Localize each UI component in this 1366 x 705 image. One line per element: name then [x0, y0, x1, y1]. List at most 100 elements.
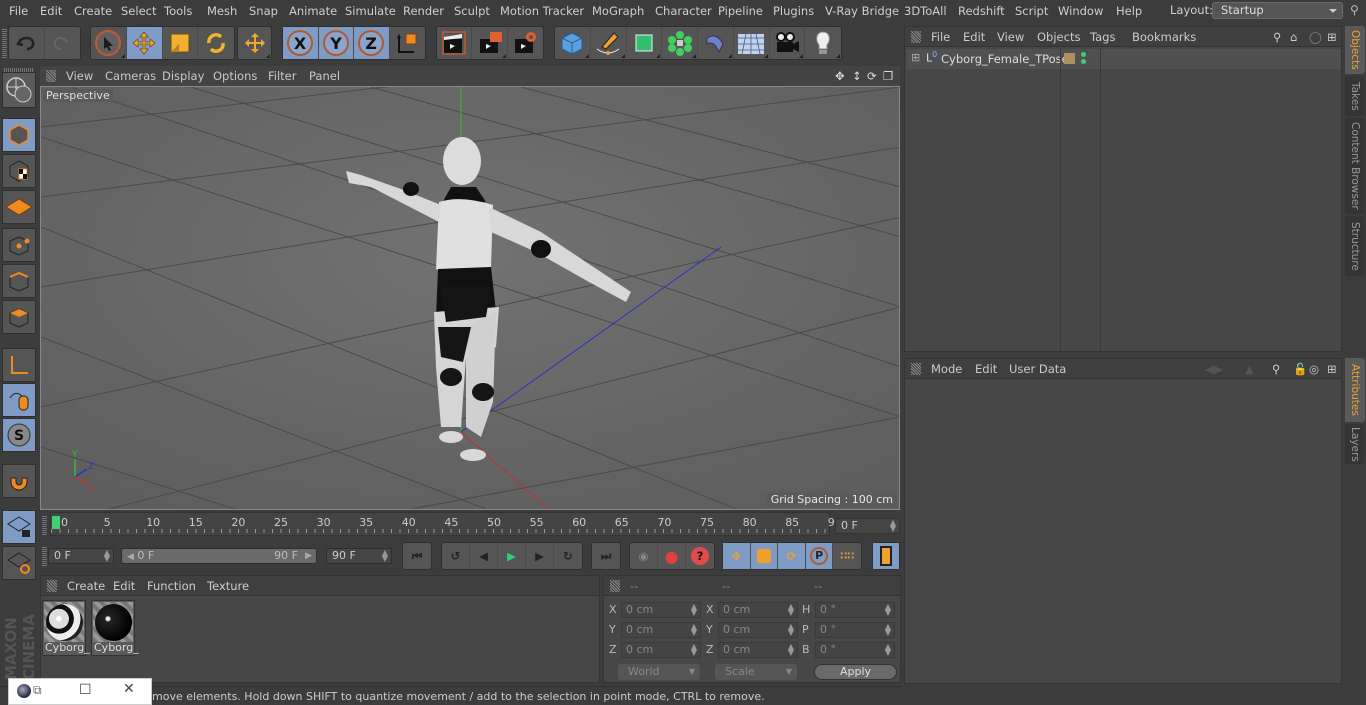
- autokey-button[interactable]: ●: [658, 543, 686, 569]
- menu-3dtoall[interactable]: 3DToAll: [904, 4, 947, 18]
- toolbar-grip[interactable]: [2, 28, 7, 58]
- deformer-button[interactable]: [698, 27, 734, 59]
- material-menu-function[interactable]: Function: [147, 579, 196, 593]
- material-menu-edit[interactable]: Edit: [113, 579, 135, 593]
- size-z-field[interactable]: 0 cm ▲ ▼: [718, 642, 798, 658]
- end-frame-field[interactable]: 90 F ▲ ▼: [326, 548, 392, 564]
- size-x-field[interactable]: 0 cm ▲ ▼: [718, 602, 798, 618]
- render-settings-button[interactable]: [508, 27, 543, 59]
- search-icon[interactable]: ⚲: [1273, 30, 1281, 44]
- objects-menu-bookmarks[interactable]: Bookmarks: [1132, 30, 1196, 44]
- range-left-arrow-icon[interactable]: ◀: [127, 552, 134, 562]
- material-swatch[interactable]: Cyborg_: [42, 600, 90, 656]
- coordinate-mode-dropdown[interactable]: World ▼: [618, 664, 700, 680]
- tab-content-browser[interactable]: Content Browser: [1345, 118, 1365, 214]
- spinner-icon[interactable]: ▲ ▼: [691, 623, 697, 637]
- timeline-window-button[interactable]: [873, 543, 899, 569]
- new-panel-icon[interactable]: ⊞: [1327, 30, 1337, 44]
- menu-window[interactable]: Window: [1058, 4, 1103, 18]
- light-button[interactable]: [805, 27, 841, 59]
- cube-button[interactable]: [555, 27, 591, 59]
- position-key-button[interactable]: ✥: [723, 543, 751, 569]
- maximize-icon[interactable]: ☐: [79, 682, 92, 698]
- material-menu-create[interactable]: Create: [67, 579, 105, 593]
- goto-start-button[interactable]: ⏮: [403, 543, 431, 569]
- rotate-tool-button[interactable]: [198, 27, 234, 59]
- next-frame-button[interactable]: ▶: [526, 543, 554, 569]
- spinner-icon[interactable]: ▲ ▼: [885, 603, 891, 617]
- menu-tools[interactable]: Tools: [164, 4, 192, 18]
- attribute-manager-grip[interactable]: [911, 363, 921, 375]
- editor-visibility-dot[interactable]: [1081, 52, 1086, 57]
- menu-character[interactable]: Character: [655, 4, 712, 18]
- spinner-icon[interactable]: ▲ ▼: [885, 643, 891, 657]
- prev-key-button[interactable]: ↺: [442, 543, 470, 569]
- render-view-button[interactable]: [437, 27, 473, 59]
- viewport-menu-panel[interactable]: Panel: [309, 69, 340, 83]
- prev-frame-button[interactable]: ◀: [470, 543, 498, 569]
- lock-workplane-button[interactable]: [2, 510, 36, 544]
- tab-attributes[interactable]: Attributes: [1345, 358, 1365, 422]
- lock-icon[interactable]: 🔓: [1293, 362, 1307, 376]
- eye-icon[interactable]: ◯: [1309, 30, 1322, 44]
- point-level-button[interactable]: ∷∷: [833, 543, 861, 569]
- objects-menu-objects[interactable]: Objects: [1037, 30, 1080, 44]
- magnet-button[interactable]: [2, 464, 36, 498]
- viewport-menu-options[interactable]: Options: [213, 69, 257, 83]
- material-menu-texture[interactable]: Texture: [207, 579, 249, 593]
- undo-button[interactable]: [9, 27, 45, 59]
- menu-pipeline[interactable]: Pipeline: [718, 4, 763, 18]
- menu-plugins[interactable]: Plugins: [773, 4, 814, 18]
- next-key-button[interactable]: ↻: [554, 543, 582, 569]
- camera-button[interactable]: [770, 27, 806, 59]
- restore-icon[interactable]: ⧉: [33, 683, 42, 698]
- new-panel-icon[interactable]: ⊞: [1327, 362, 1337, 376]
- make-editable-button[interactable]: [2, 72, 36, 108]
- rot-p-field[interactable]: 0 ° ▲ ▼: [815, 622, 895, 638]
- range-right-arrow-icon[interactable]: ▶: [305, 549, 312, 563]
- rot-b-field[interactable]: 0 ° ▲ ▼: [815, 642, 895, 658]
- pos-z-field[interactable]: 0 cm ▲ ▼: [621, 642, 701, 658]
- pen-spline-button[interactable]: [591, 27, 627, 59]
- spinner-icon[interactable]: ▲ ▼: [788, 623, 794, 637]
- viewport-pan-icon[interactable]: ✥: [835, 69, 845, 83]
- snap-button[interactable]: S: [2, 418, 36, 452]
- layer-color-swatch[interactable]: [1064, 53, 1075, 64]
- menu-snap[interactable]: Snap: [249, 4, 278, 18]
- apply-button[interactable]: Apply: [814, 664, 897, 680]
- menu-animate[interactable]: Animate: [289, 4, 337, 18]
- viewport-maximize-icon[interactable]: ❐: [883, 69, 893, 83]
- z-axis-lock-button[interactable]: Z: [354, 27, 390, 59]
- viewport-rotate-icon[interactable]: ⟳: [867, 69, 877, 83]
- layout-dropdown[interactable]: Startup: [1212, 2, 1343, 19]
- keyframe-selection-button[interactable]: ?: [686, 543, 714, 569]
- spinner-icon[interactable]: ▲ ▼: [788, 603, 794, 617]
- menu-create[interactable]: Create: [74, 4, 112, 18]
- objects-menu-view[interactable]: View: [997, 30, 1024, 44]
- back-arrow-icon[interactable]: ◀▶: [1205, 362, 1223, 376]
- record-keys-button[interactable]: ◉: [630, 543, 658, 569]
- timeline-ruler[interactable]: 051015202530354045505560657075808590: [50, 512, 842, 536]
- workplane-mode-button[interactable]: [2, 190, 36, 224]
- current-frame-field[interactable]: 0 F ▲ ▼: [835, 518, 900, 534]
- target-icon[interactable]: ◎: [1309, 362, 1319, 376]
- redo-button[interactable]: [45, 27, 81, 59]
- start-frame-field[interactable]: 0 F ▲ ▼: [48, 548, 114, 564]
- menu-simulate[interactable]: Simulate: [345, 4, 396, 18]
- search-icon[interactable]: ⚲: [1350, 3, 1359, 17]
- size-y-field[interactable]: 0 cm ▲ ▼: [718, 622, 798, 638]
- coordinates-grip[interactable]: [610, 580, 620, 592]
- playhead[interactable]: [52, 516, 60, 529]
- subdivision-button[interactable]: [627, 27, 663, 59]
- attributes-menu-mode[interactable]: Mode: [931, 362, 962, 376]
- menu-render[interactable]: Render: [403, 4, 444, 18]
- viewport-menu-view[interactable]: View: [66, 69, 93, 83]
- menu-help[interactable]: Help: [1116, 4, 1142, 18]
- menu-sculpt[interactable]: Sculpt: [454, 4, 490, 18]
- menu-redshift[interactable]: Redshift: [958, 4, 1005, 18]
- home-icon[interactable]: ⌂: [1290, 30, 1297, 44]
- parameter-key-button[interactable]: P: [805, 543, 834, 569]
- menu-mograph[interactable]: MoGraph: [592, 4, 644, 18]
- texture-mode-button[interactable]: [2, 154, 36, 188]
- render-region-button[interactable]: [472, 27, 508, 59]
